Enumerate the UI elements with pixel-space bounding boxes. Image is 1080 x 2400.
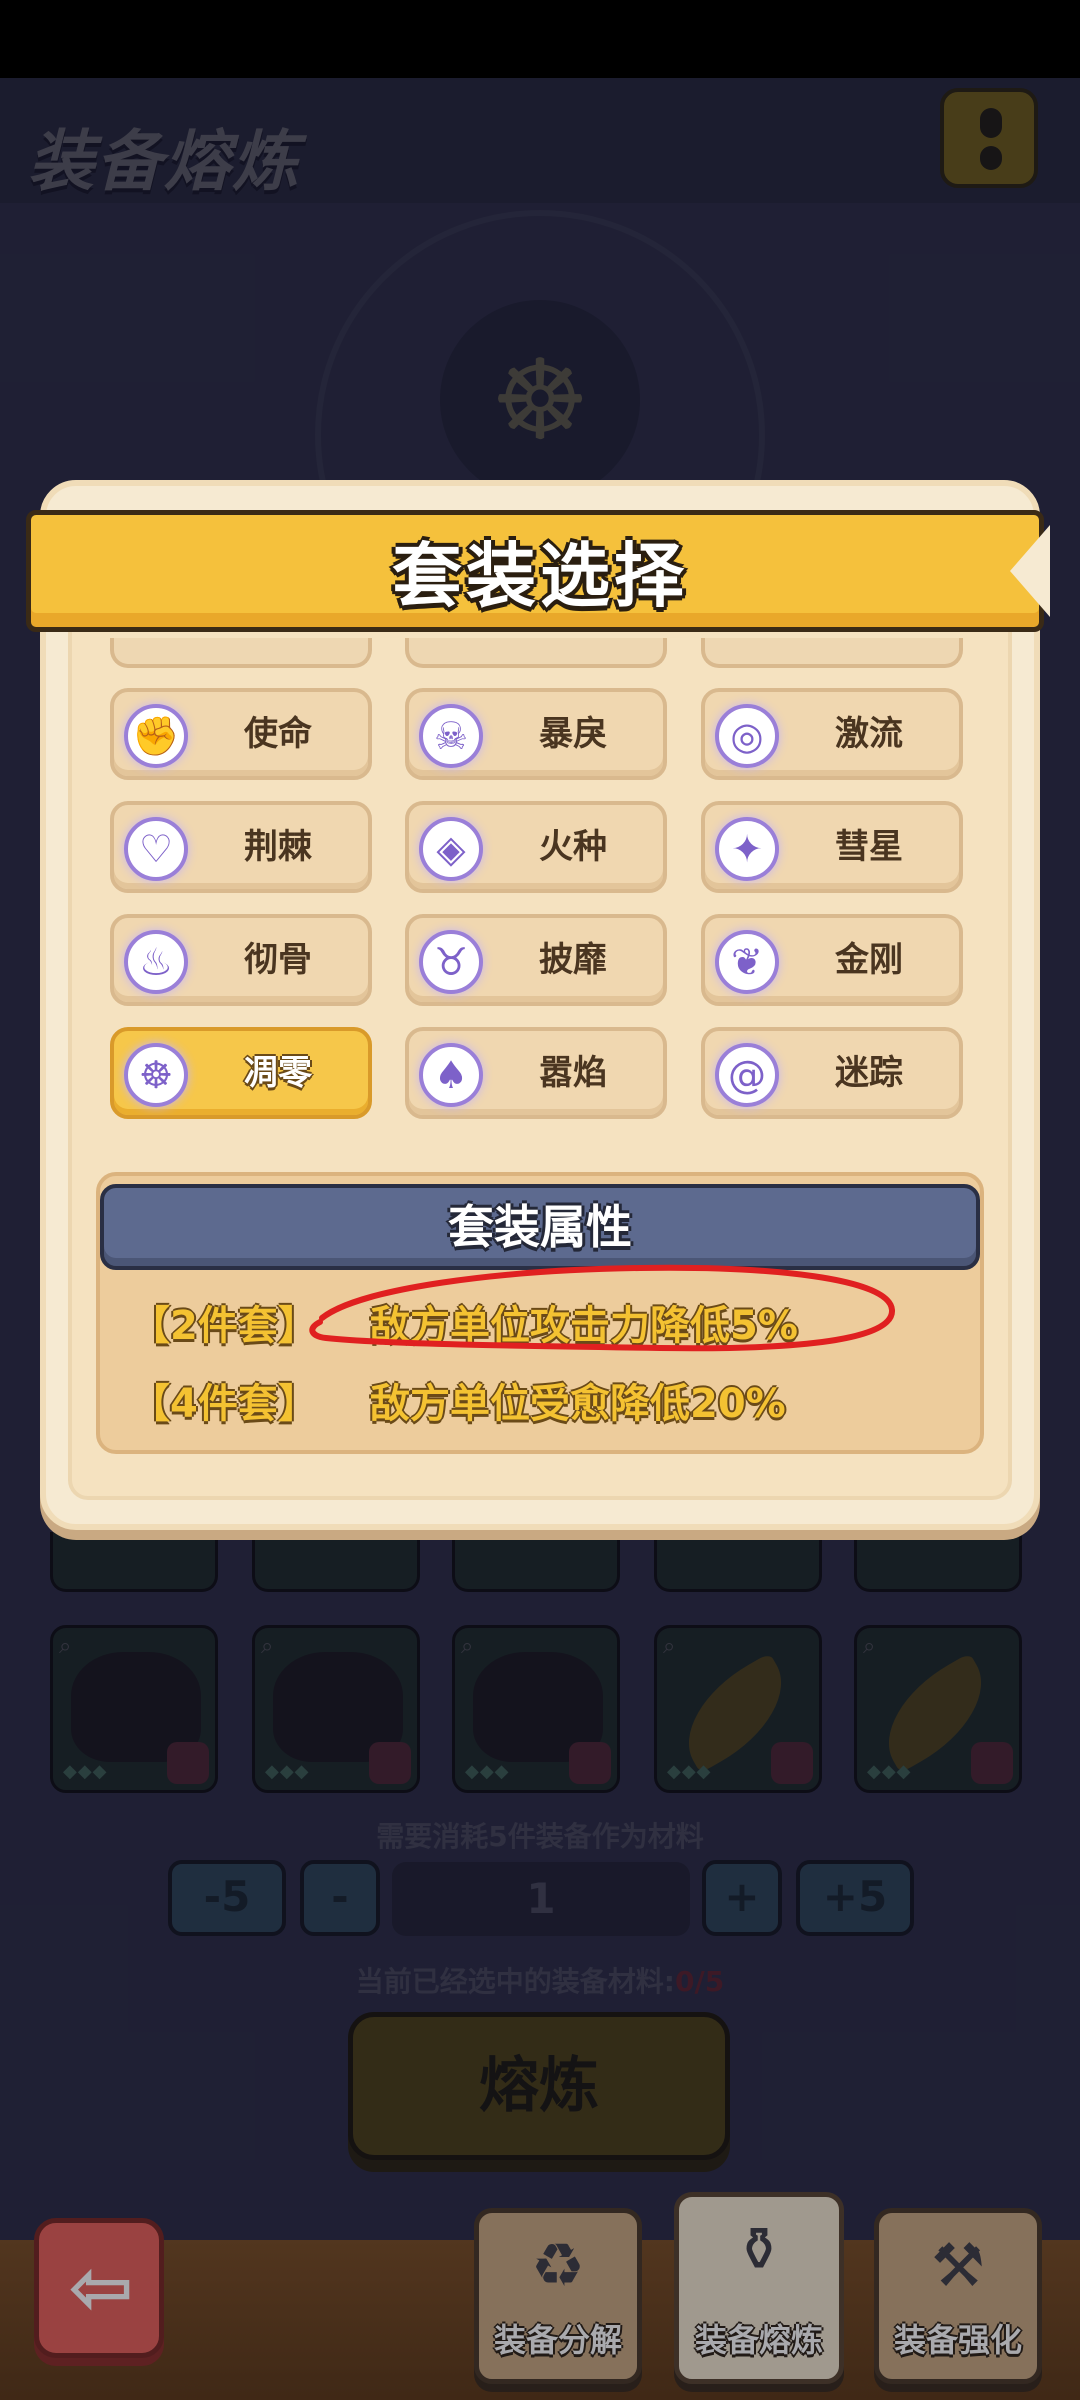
set-bonus-tier: 【2件套】	[130, 1303, 318, 1349]
triskelion-icon: ☸	[124, 1043, 188, 1107]
blaze-icon: ♠	[419, 1043, 483, 1107]
set-option-partial[interactable]	[701, 638, 963, 668]
set-option-label: 嚣焰	[539, 1053, 607, 1093]
eye-flame-icon: ◈	[419, 817, 483, 881]
fist-icon: ✊	[124, 704, 188, 768]
set-option-label: 激流	[835, 714, 903, 754]
vortex-icon: ◎	[715, 704, 779, 768]
set-option-shiming[interactable]: ✊ 使命	[110, 688, 372, 780]
set-option-label: 使命	[244, 714, 312, 754]
set-option-chegu[interactable]: ♨ 彻骨	[110, 914, 372, 1006]
status-bar	[0, 0, 1080, 78]
set-option-diaoling[interactable]: ☸ 凋零	[110, 1027, 372, 1119]
set-option-label: 披靡	[539, 940, 607, 980]
set-attributes-title: 套装属性	[448, 1200, 632, 1254]
set-option-jingji[interactable]: ♡ 荆棘	[110, 801, 372, 893]
set-option-label: 荆棘	[244, 827, 312, 867]
set-bonus-description: 敌方单位攻击力降低5%	[370, 1303, 798, 1349]
set-option-label: 迷踪	[835, 1053, 903, 1093]
set-option-jiliu[interactable]: ◎ 激流	[701, 688, 963, 780]
set-bonus-row: 【4件套】 敌方单位受愈降低20%	[130, 1376, 786, 1432]
set-option-baoli[interactable]: ☠ 暴戾	[405, 688, 667, 780]
set-option-mizong[interactable]: @ 迷踪	[701, 1027, 963, 1119]
set-bonus-description: 敌方单位受愈降低20%	[370, 1381, 786, 1427]
set-bonus-row: 【2件套】 敌方单位攻击力降低5%	[130, 1298, 798, 1354]
set-option-jingang[interactable]: ❦ 金刚	[701, 914, 963, 1006]
set-option-label: 火种	[539, 827, 607, 867]
set-option-partial[interactable]	[405, 638, 667, 668]
set-option-label: 彗星	[835, 827, 903, 867]
set-option-xiaoyan[interactable]: ♠ 嚣焰	[405, 1027, 667, 1119]
set-option-huixing[interactable]: ✦ 彗星	[701, 801, 963, 893]
demon-mask-icon: ☠	[419, 704, 483, 768]
comet-star-icon: ✦	[715, 817, 779, 881]
dialog-title: 套装选择	[392, 535, 688, 617]
heart-thorn-icon: ♡	[124, 817, 188, 881]
horned-skull-icon: ♉	[419, 930, 483, 994]
set-option-huozhong[interactable]: ◈ 火种	[405, 801, 667, 893]
set-option-partial[interactable]	[110, 638, 372, 668]
lotus-drop-icon: ❦	[715, 930, 779, 994]
set-bonus-tier: 【4件套】	[130, 1381, 318, 1427]
set-option-label: 凋零	[244, 1053, 312, 1093]
spiral-icon: @	[715, 1043, 779, 1107]
set-option-label: 暴戾	[539, 714, 607, 754]
set-option-label: 彻骨	[244, 940, 312, 980]
bone-flame-icon: ♨	[124, 930, 188, 994]
set-option-label: 金刚	[835, 940, 903, 980]
set-option-pimi[interactable]: ♉ 披靡	[405, 914, 667, 1006]
